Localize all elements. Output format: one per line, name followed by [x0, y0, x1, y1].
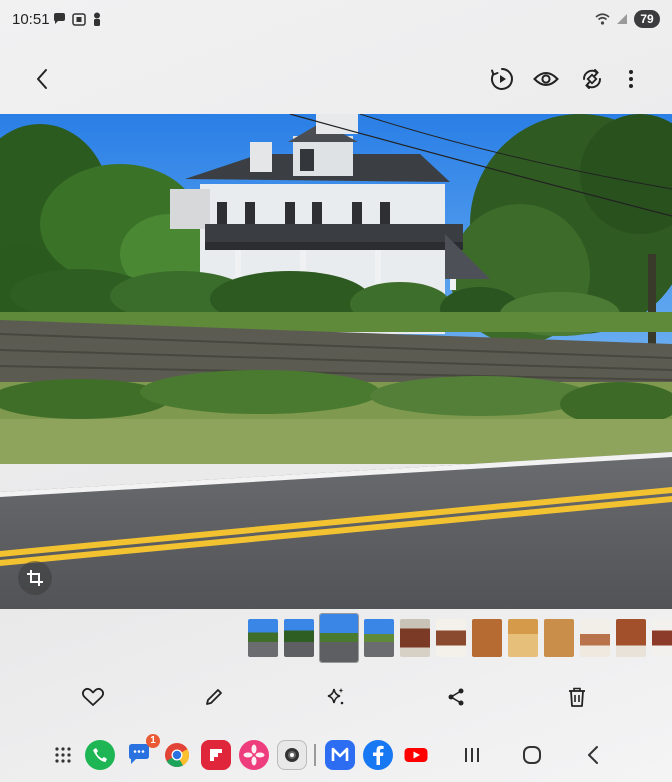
flipboard-app-icon: [210, 749, 222, 761]
taskbar-divider: [314, 744, 316, 766]
camera-app[interactable]: [277, 740, 307, 770]
share-icon: [448, 688, 464, 706]
maps-app[interactable]: [325, 740, 355, 770]
edit-button[interactable]: [201, 684, 227, 710]
facebook-app-icon: [373, 745, 384, 765]
screenshot-icon: [72, 12, 86, 26]
battery-indicator: 79: [634, 10, 660, 28]
back-arrow-icon: [37, 69, 47, 89]
phone-app-icon: [93, 748, 107, 762]
home-icon: [523, 746, 541, 764]
action-bar: [0, 676, 672, 718]
thumbnail[interactable]: [248, 619, 278, 657]
crop-icon: [27, 570, 43, 586]
chrome-app[interactable]: [162, 740, 192, 770]
camera-app-icon: [285, 748, 299, 762]
recents-icon: [465, 748, 479, 762]
thumbnail[interactable]: [364, 619, 394, 657]
eye-icon: [533, 72, 559, 86]
facebook-app[interactable]: [363, 740, 393, 770]
youtube-app-icon: [404, 748, 428, 762]
apps-grid-icon: [55, 747, 71, 763]
flipboard-app[interactable]: [201, 740, 231, 770]
status-icons-left: [53, 12, 102, 26]
thumbnail[interactable]: [652, 619, 672, 657]
home-button[interactable]: [519, 742, 545, 768]
messages-badge: 1: [146, 734, 160, 748]
more-icon: [629, 70, 633, 88]
thumbnail[interactable]: [616, 619, 646, 657]
signal-icon: [617, 14, 627, 24]
thumbnail[interactable]: [400, 619, 430, 657]
person-icon: [94, 12, 100, 26]
eye-button[interactable]: [530, 63, 562, 95]
taskbar: 1: [0, 734, 672, 778]
pencil-icon: [206, 689, 222, 705]
maps-app-icon: [331, 747, 349, 761]
delete-button[interactable]: [564, 684, 590, 710]
chrome-app-icon: [165, 743, 189, 768]
crop-button[interactable]: [18, 561, 52, 595]
gallery-app[interactable]: [239, 740, 269, 770]
favorite-button[interactable]: [80, 684, 106, 710]
top-toolbar: [0, 55, 672, 103]
trash-icon: [569, 687, 585, 707]
rotate-icon: [582, 69, 602, 89]
motion-photo-button[interactable]: [486, 63, 518, 95]
thumbnail[interactable]: [508, 619, 538, 657]
wifi-icon: [595, 13, 610, 25]
recents-button[interactable]: [459, 742, 485, 768]
apps-grid-button[interactable]: [48, 740, 78, 770]
sparkle-icon: [327, 688, 344, 705]
back-button[interactable]: [26, 63, 58, 95]
more-options-button[interactable]: [615, 63, 647, 95]
thumbnail[interactable]: [544, 619, 574, 657]
nav-back-button[interactable]: [580, 742, 606, 768]
thumbnail[interactable]: [436, 619, 466, 657]
thumbnail-active[interactable]: [319, 613, 359, 663]
thumbnail[interactable]: [580, 619, 610, 657]
status-icons-right: 79: [595, 10, 660, 28]
youtube-app[interactable]: [401, 740, 431, 770]
ai-edit-button[interactable]: [322, 684, 348, 710]
chat-bubble-icon: [54, 13, 65, 24]
share-button[interactable]: [443, 684, 469, 710]
thumbnail-strip: [248, 613, 672, 663]
photo-viewer[interactable]: [0, 114, 672, 609]
nav-back-icon: [588, 746, 598, 764]
phone-app[interactable]: [85, 740, 115, 770]
thumbnail[interactable]: [284, 619, 314, 657]
heart-icon: [82, 687, 104, 706]
rotate-button[interactable]: [576, 63, 608, 95]
status-bar: 10:51 79: [0, 0, 672, 40]
messages-app[interactable]: 1: [124, 734, 160, 770]
status-time: 10:51: [12, 11, 50, 28]
photo-image: [0, 114, 672, 609]
thumbnail[interactable]: [472, 619, 502, 657]
gallery-app-icon: [243, 744, 265, 766]
motion-photo-icon: [490, 68, 513, 90]
